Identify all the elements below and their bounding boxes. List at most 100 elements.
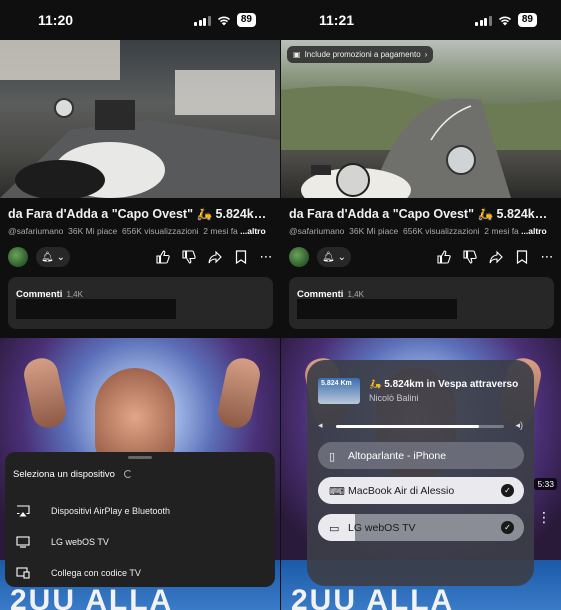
dislike-button[interactable] [462,248,478,266]
device-label: MacBook Air di Alessio [348,484,455,497]
comments-section[interactable]: Commenti 1,4K [289,277,554,329]
save-button[interactable] [514,248,530,266]
cellular-signal-icon [194,15,211,26]
video-player[interactable] [0,40,280,198]
status-bar: 11:20 89 [0,0,280,40]
save-button[interactable] [233,248,249,266]
like-button[interactable] [436,248,452,266]
status-time: 11:21 [319,12,355,28]
video-meta[interactable]: @safariumano 36K Mi piace 656K visualizz… [8,226,274,236]
wifi-icon [217,16,230,25]
video-title[interactable]: da Fara d'Adda a "Capo Ovest" 🛵 5.824km … [289,207,555,222]
speaker-high-icon: ◂) [515,420,523,430]
channel-handle: @safariumano [289,226,345,236]
channel-avatar[interactable] [8,247,28,267]
notification-bell-button[interactable]: 🔔︎ ⌄ [36,247,70,267]
phone-icon: ▯ [329,451,336,463]
bell-icon: 🔔︎ [40,251,54,263]
thumbnail-hand-left [21,355,69,431]
now-playing-title: 🛵 5.824km in Vespa attraverso [369,379,519,390]
action-bar: 🔔︎ ⌄ ⋯ [289,246,555,268]
more-options-icon[interactable]: ⋯ [258,248,274,266]
device-picker-sheet: Seleziona un dispositivo Dispositivi Air… [5,452,275,587]
thumbs-down-icon [182,250,196,264]
loading-spinner-icon [124,470,132,478]
comment-preview-redacted [16,299,176,319]
left-screen: 11:20 89 da Fara d'Adda a "Capo Ovest" 🛵… [0,0,280,610]
video-frame-scooter [0,40,280,198]
option-link-tv-code[interactable]: Collega con codice TV [5,561,275,585]
comments-count: 1,4K [347,290,364,299]
battery-icon: 89 [517,13,537,27]
thumbs-down-icon [463,250,477,264]
option-label: Collega con codice TV [51,568,141,578]
share-icon [489,250,503,264]
speaker-low-icon: ◂ [318,420,323,430]
video-meta[interactable]: @safariumano 36K Mi piace 656K visualizz… [289,226,555,236]
device-label: Altoparlante - iPhone [348,449,447,462]
option-label: LG webOS TV [51,537,109,547]
status-bar: 11:21 89 [281,0,561,40]
chevron-right-icon: › [424,50,428,59]
more-options-icon[interactable]: ⋯ [539,248,555,266]
wifi-icon [498,16,511,25]
dislike-button[interactable] [181,248,197,266]
option-label: Dispositivi AirPlay e Bluetooth [51,506,171,516]
more-link[interactable]: ...altro [521,226,547,236]
device-lg-webos-tv[interactable]: ▭ LG webOS TV ✓ [318,514,524,541]
promo-icon: ▣ [293,50,301,59]
sheet-title: Seleziona un dispositivo [13,469,115,480]
volume-track[interactable] [336,425,504,428]
bookmark-icon [516,250,528,264]
device-macbook-air[interactable]: ⌨ MacBook Air di Alessio ✓ [318,477,524,504]
volume-fill [336,425,479,428]
paid-promotion-badge[interactable]: ▣ Include promozioni a pagamento › [287,46,434,63]
video-frame-road [281,86,561,198]
views-count: 656K visualizzazioni [122,226,199,236]
comment-preview-redacted [297,299,457,319]
laptop-icon: ⌨ [329,486,345,498]
channel-handle: @safariumano [8,226,64,236]
like-button[interactable] [155,248,171,266]
chevron-down-icon: ⌄ [337,251,347,263]
device-label: LG webOS TV [348,521,416,534]
video-player[interactable]: ▣ Include promozioni a pagamento › [281,40,561,198]
now-playing-artwork: 5.824 Km [318,378,360,404]
right-screen: 11:21 89 ▣ Include promozioni a pagament… [281,0,561,610]
comments-section[interactable]: Commenti 1,4K [8,277,273,329]
views-count: 656K visualizzazioni [403,226,480,236]
thumbnail-hand-right [215,355,263,431]
more-options-icon[interactable]: ⋮ [537,509,551,526]
likes-count: 36K Mi piace [349,226,399,236]
sheet-grabber[interactable] [128,456,152,459]
promo-label: Include promozioni a pagamento [304,50,421,59]
battery-icon: 89 [236,13,256,27]
thumbs-up-icon [156,250,170,264]
likes-count: 36K Mi piace [68,226,118,236]
more-link[interactable]: ...altro [240,226,266,236]
share-icon [208,250,222,264]
checkmark-icon: ✓ [501,521,514,534]
volume-slider[interactable]: ◂ ◂) [318,420,523,432]
tv-icon [16,536,30,548]
share-button[interactable] [207,248,223,266]
notification-bell-button[interactable]: 🔔︎ ⌄ [317,247,351,267]
status-time: 11:20 [38,12,74,28]
checkmark-icon: ✓ [501,484,514,497]
upload-age: 2 mesi fa [203,226,238,236]
option-lg-webos-tv[interactable]: LG webOS TV [5,530,275,554]
option-airplay-bluetooth[interactable]: Dispositivi AirPlay e Bluetooth [5,499,275,523]
chevron-down-icon: ⌄ [56,251,66,263]
comments-count: 1,4K [66,290,83,299]
channel-avatar[interactable] [289,247,309,267]
thumbs-up-icon [437,250,451,264]
now-playing-artist: Nicolò Balini [369,393,419,403]
video-duration-badge: 5:33 [534,478,557,490]
share-button[interactable] [488,248,504,266]
airplay-popup: 5.824 Km 🛵 5.824km in Vespa attraverso N… [307,360,534,586]
bell-icon: 🔔︎ [321,251,335,263]
video-title[interactable]: da Fara d'Adda a "Capo Ovest" 🛵 5.824km … [8,207,274,222]
device-iphone-speaker[interactable]: ▯ Altoparlante - iPhone [318,442,524,469]
bookmark-icon [235,250,247,264]
airplay-icon [17,505,30,517]
